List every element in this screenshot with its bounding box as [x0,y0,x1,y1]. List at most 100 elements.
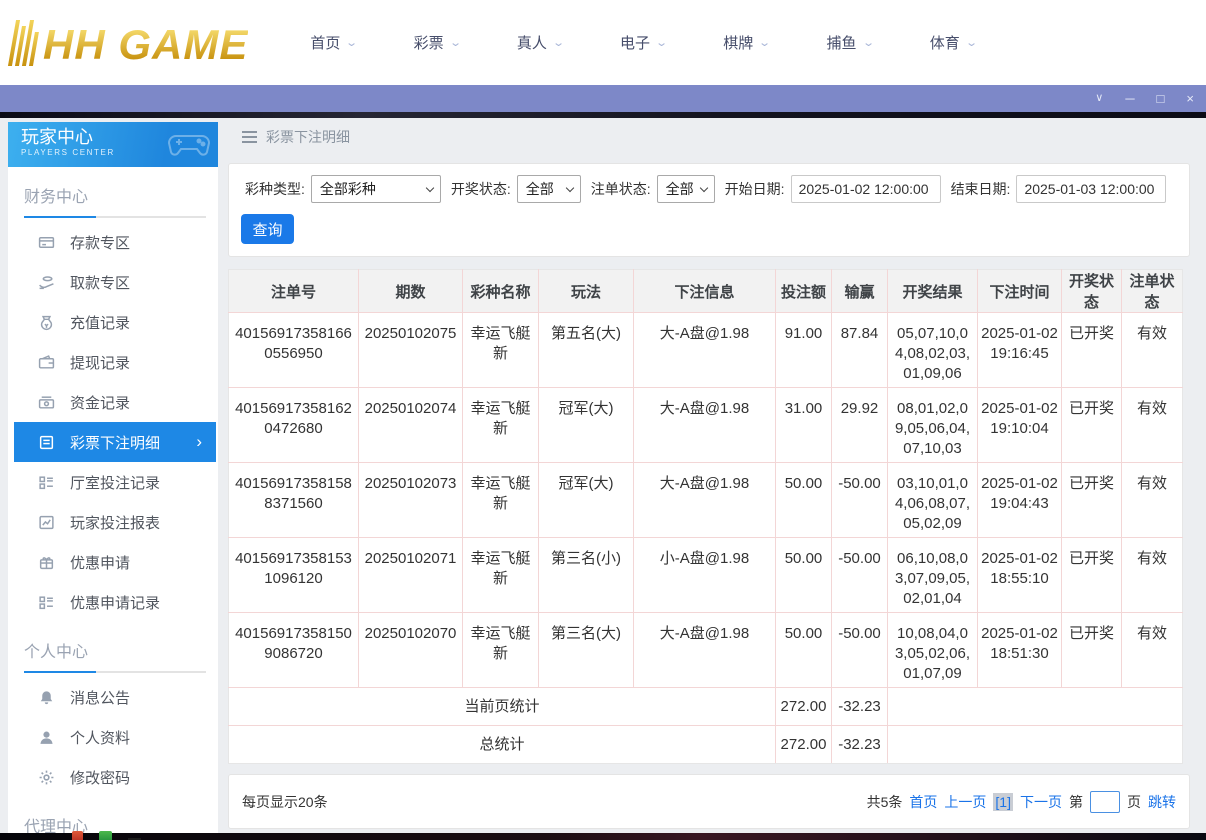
lottery-type-value: 全部彩种 [319,181,376,197]
cell-order-status: 有效 [1121,537,1183,613]
pagination-bar: 每页显示20条 共5条 首页 上一页 [1] 下一页 第 页 跳转 [228,774,1190,829]
table-row: 401569173581531096120 20250102071 幸运飞艇新 … [228,537,1183,613]
prev-page-link[interactable]: 上一页 [944,792,986,812]
nav-item-live[interactable]: 真人 ⌄ [517,32,565,53]
summary-row-current-page: 当前页统计 272.00 -32.23 [228,687,1183,726]
sidebar-item-promo-apply[interactable]: 优惠申请 [8,542,218,582]
nav-item-label: 彩票 [413,35,444,52]
banknote-icon [38,394,55,411]
summary-bet-total: 272.00 [775,725,832,764]
cell-order-no: 401569173581620472680 [228,387,359,463]
sidebar-item-label: 取款专区 [70,274,131,292]
sidebar-item-withdraw[interactable]: 取款专区 [8,262,218,302]
sidebar-item-player-bet-report[interactable]: 玩家投注报表 [8,502,218,542]
page-title: 彩票下注明细 [266,129,350,145]
col-draw-status: 开奖状态 [1061,269,1122,313]
sidebar-item-label: 修改密码 [70,769,131,787]
titlebar-chevron-down-icon[interactable]: ∨ [1095,93,1103,104]
section-label: 财务中心 [24,189,89,206]
nav-item-home[interactable]: 首页 ⌄ [310,32,358,53]
draw-status-label: 开奖状态: [450,181,511,197]
start-date-label: 开始日期: [724,181,785,197]
nav-item-chess[interactable]: 棋牌 ⌄ [723,32,772,53]
sidebar-item-messages[interactable]: 消息公告 [8,677,218,717]
summary-bet-total: 272.00 [775,687,832,726]
jump-prefix: 第 [1069,793,1083,810]
sidebar-item-label: 厅室投注记录 [70,474,161,492]
cell-play: 第三名(小) [538,537,634,613]
window-titlebar: ∨ ─ □ × [0,85,1206,112]
nav-item-label: 体育 [929,35,960,52]
sidebar-item-funds-record[interactable]: 资金记录 [8,382,218,422]
close-icon[interactable]: × [1186,92,1194,105]
cell-lottery-name: 幸运飞艇新 [462,387,539,463]
lottery-type-label: 彩种类型: [245,181,305,197]
nav-item-lottery[interactable]: 彩票 ⌄ [413,32,462,53]
nav-item-label: 捕鱼 [826,35,857,52]
sidebar-item-recharge-record[interactable]: 充值记录 [8,302,218,342]
user-icon [38,729,55,746]
cell-bet-time: 2025-01-02 18:51:30 [977,612,1062,688]
minimize-icon[interactable]: ─ [1125,92,1134,105]
summary-label: 总统计 [228,725,776,764]
cell-win-loss: -50.00 [831,462,888,538]
sidebar-item-promo-apply-record[interactable]: 优惠申请记录 [8,582,218,622]
start-date-input[interactable] [790,175,941,203]
lottery-type-select[interactable]: 全部彩种 [310,175,441,203]
sidebar-item-label: 玩家投注报表 [70,514,161,532]
cell-play: 第三名(大) [538,612,634,688]
col-order-no: 注单号 [228,269,359,313]
summary-empty-cell [887,687,1183,726]
nav-item-sports[interactable]: 体育 ⌄ [929,32,978,53]
cell-order-status: 有效 [1121,387,1183,463]
cutoff-bottom-icons [72,831,141,840]
sidebar-item-change-password[interactable]: 修改密码 [8,757,218,797]
chevron-down-icon: ⌄ [758,37,772,49]
maximize-icon[interactable]: □ [1157,92,1165,105]
chevron-right-icon: › [196,432,202,451]
cell-bet-amount: 50.00 [775,612,832,688]
sidebar-item-profile[interactable]: 个人资料 [8,717,218,757]
table-row: 401569173581509086720 20250102070 幸运飞艇新 … [228,612,1183,688]
end-date-input[interactable] [1016,175,1167,203]
filter-panel: 彩种类型: 全部彩种 开奖状态: 全部 注单状态: 全部 开始日期: 2025-… [228,163,1190,257]
sidebar-item-lottery-bet-detail[interactable]: 彩票下注明细 › [14,422,216,462]
workspace: 玩家中心 PLAYERS CENTER 财务中心 存款专区 取款专区 充值记录 … [0,112,1206,840]
page-jump-input[interactable] [1090,790,1120,813]
chevron-down-icon: ⌄ [964,37,978,49]
bet-details-table: 注单号 期数 彩种名称 玩法 下注信息 投注额 输赢 开奖结果 下注时间 开奖状… [228,269,1183,764]
cell-draw-result: 08,01,02,09,05,06,04,07,10,03 [887,387,978,463]
sidebar-item-withdrawal-record[interactable]: 提现记录 [8,342,218,382]
draw-status-select[interactable]: 全部 [516,175,581,203]
dark-top-strip [0,112,1206,118]
search-button[interactable]: 查询 [241,214,294,244]
summary-winloss-total: -32.23 [831,725,888,764]
cell-draw-status: 已开奖 [1061,612,1122,688]
section-label: 个人中心 [24,644,89,661]
sidebar-header: 玩家中心 PLAYERS CENTER [8,122,218,167]
total-count: 共5条 [866,793,903,810]
cell-lottery-name: 幸运飞艇新 [462,462,539,538]
jump-button[interactable]: 跳转 [1148,792,1176,812]
first-page-link[interactable]: 首页 [909,792,937,812]
bet-detail-list-icon [38,434,55,451]
cell-bet-info: 大-A盘@1.98 [633,312,776,388]
sidebar-item-deposit[interactable]: 存款专区 [8,222,218,262]
deposit-card-icon [38,234,55,251]
site-header: HH GAME 首页 ⌄ 彩票 ⌄ 真人 ⌄ 电子 ⌄ 棋牌 ⌄ 捕鱼 ⌄ 体育… [0,0,1206,85]
next-page-link[interactable]: 下一页 [1020,792,1062,812]
nav-item-label: 棋牌 [723,35,754,52]
sidebar-item-label: 提现记录 [70,354,131,372]
logo-text: HH GAME [43,20,249,68]
jump-suffix: 页 [1127,793,1141,810]
sidebar-item-label: 资金记录 [70,394,131,412]
logo: HH GAME [7,19,249,68]
order-status-select[interactable]: 全部 [656,175,715,203]
sidebar-item-hall-bet-record[interactable]: 厅室投注记录 [8,462,218,502]
hamburger-icon[interactable] [242,128,257,146]
nav-item-fishing[interactable]: 捕鱼 ⌄ [826,32,875,53]
nav-item-slots[interactable]: 电子 ⌄ [620,32,668,53]
cell-bet-time: 2025-01-02 19:10:04 [977,387,1062,463]
cell-bet-info: 大-A盘@1.98 [633,462,776,538]
page-size-text: 每页显示20条 [242,793,328,810]
